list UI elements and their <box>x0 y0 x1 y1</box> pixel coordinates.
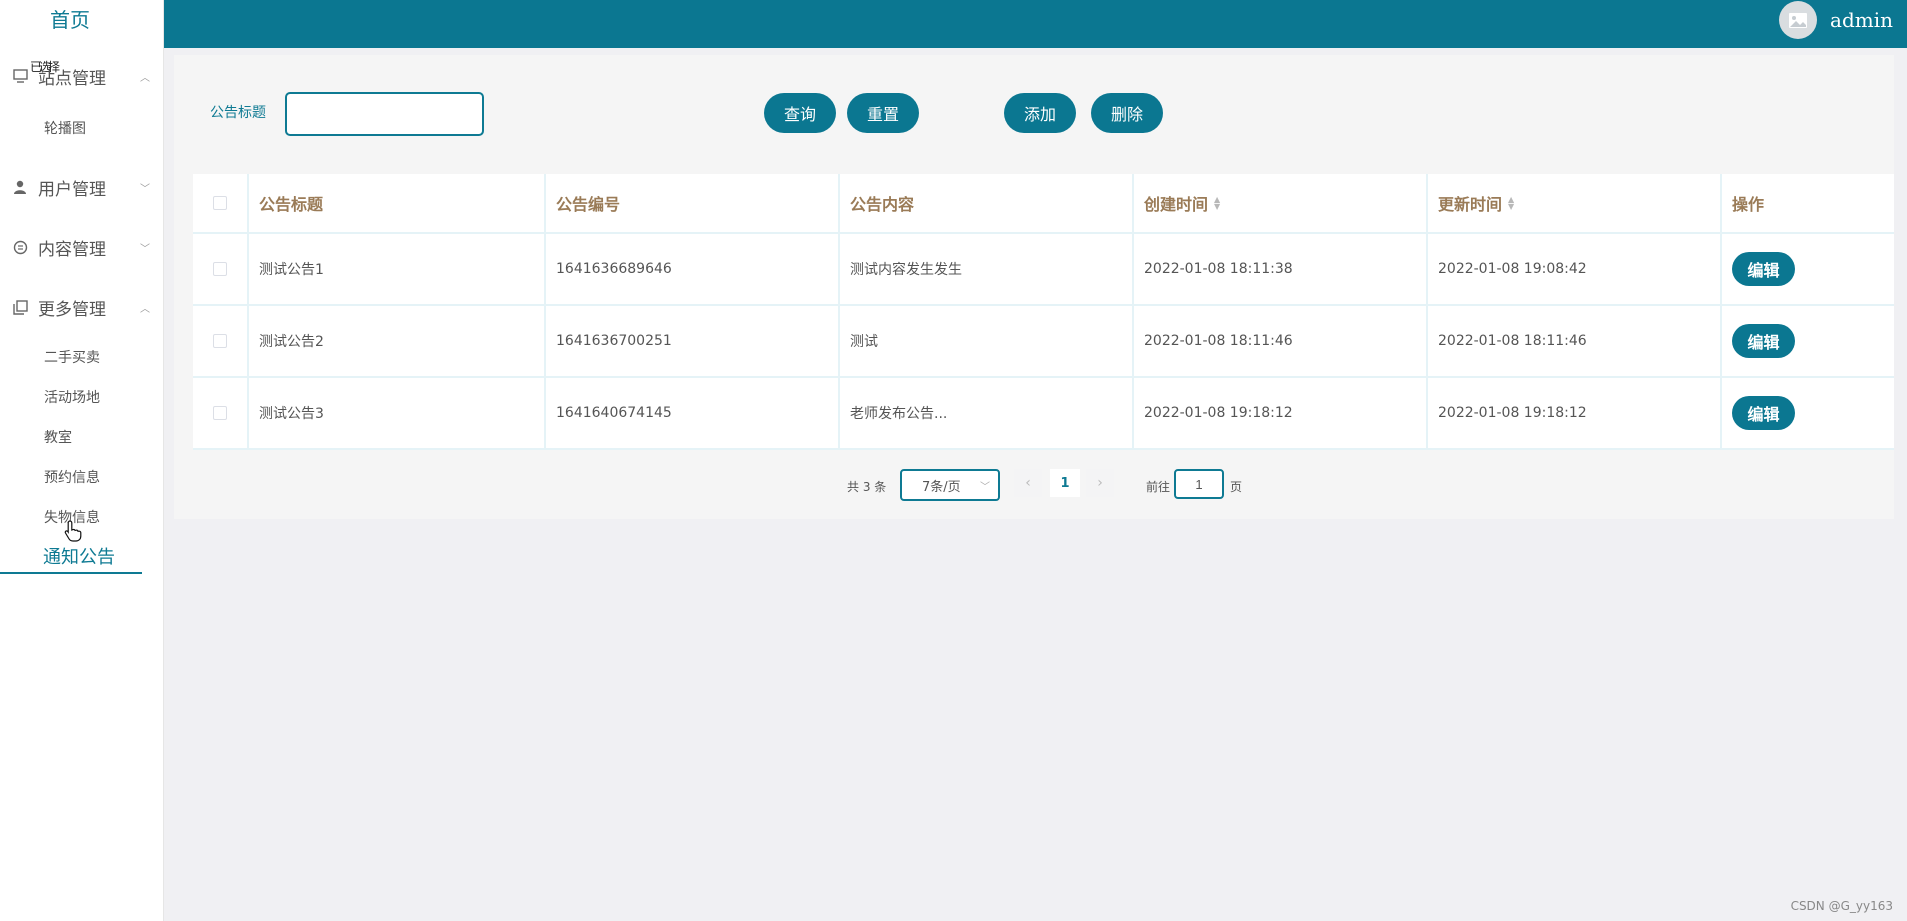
cell-created: 2022-01-08 18:11:38 <box>1134 234 1428 304</box>
copy-icon <box>12 299 28 315</box>
chevron-up-icon: ︿ <box>140 303 150 315</box>
next-page-button[interactable]: › <box>1086 469 1114 497</box>
row-checkbox[interactable] <box>213 334 227 348</box>
row-checkbox[interactable] <box>213 262 227 276</box>
table-row: 测试公告3 1641640674145 老师发布公告... 2022-01-08… <box>193 378 1894 450</box>
column-header: 公告编号 <box>546 174 840 232</box>
column-header: 公告内容 <box>840 174 1134 232</box>
watermark: CSDN @G_yy163 <box>1790 899 1893 913</box>
row-checkbox[interactable] <box>213 406 227 420</box>
user-icon <box>12 179 28 195</box>
top-bar: admin <box>164 0 1907 48</box>
column-header-created[interactable]: 创建时间 ▲ ▼ <box>1134 174 1428 232</box>
cell-title: 测试公告2 <box>249 306 546 376</box>
edit-button[interactable]: 编辑 <box>1732 324 1795 358</box>
sidebar-group-content[interactable]: 内容管理 ﹀ <box>12 235 152 260</box>
monitor-icon <box>12 68 28 84</box>
sidebar-group-label: 更多管理 <box>38 299 106 320</box>
chevron-down-icon: ﹀ <box>140 183 150 195</box>
sidebar-group-label: 内容管理 <box>38 239 106 260</box>
sidebar-group-label: 站点管理 <box>38 68 106 89</box>
search-input[interactable] <box>285 92 484 136</box>
main-panel: 公告标题 查询 重置 添加 删除 公告标题 公告编号 公告内容 创建时间 ▲ ▼ 更… <box>174 55 1894 519</box>
column-header-label: 创建时间 <box>1144 195 1209 214</box>
column-header-label: 更新时间 <box>1438 195 1503 214</box>
goto-page-input[interactable] <box>1174 469 1224 499</box>
sort-icon[interactable]: ▲ ▼ <box>1214 196 1220 211</box>
sidebar-group-site[interactable]: 站点管理 ︿ <box>12 64 152 89</box>
sidebar-group-users[interactable]: 用户管理 ﹀ <box>12 175 152 200</box>
row-select-cell <box>193 306 249 376</box>
column-header-updated[interactable]: 更新时间 ▲ ▼ <box>1428 174 1722 232</box>
sort-icon[interactable]: ▲ ▼ <box>1508 196 1514 211</box>
chevron-down-icon: ﹀ <box>980 482 990 493</box>
delete-button[interactable]: 删除 <box>1091 93 1163 133</box>
cell-updated: 2022-01-08 19:18:12 <box>1428 378 1722 448</box>
cell-updated: 2022-01-08 18:11:46 <box>1428 306 1722 376</box>
image-icon <box>1789 12 1807 28</box>
cell-updated: 2022-01-08 19:08:42 <box>1428 234 1722 304</box>
prev-page-button[interactable]: ‹ <box>1014 469 1042 497</box>
goto-prefix: 前往 <box>1146 480 1171 494</box>
add-button[interactable]: 添加 <box>1004 93 1076 133</box>
select-all-checkbox[interactable] <box>213 196 227 210</box>
goto-suffix: 页 <box>1230 480 1243 494</box>
chat-icon <box>12 239 28 255</box>
row-select-cell <box>193 378 249 448</box>
cell-content: 测试内容发生发生 <box>840 234 1134 304</box>
cell-created: 2022-01-08 18:11:46 <box>1134 306 1428 376</box>
sidebar-home-link[interactable]: 首页 <box>0 4 140 33</box>
cell-code: 1641636689646 <box>546 234 840 304</box>
chevron-right-icon: › <box>1097 475 1103 491</box>
current-page[interactable]: 1 <box>1050 469 1080 497</box>
table-row: 测试公告1 1641636689646 测试内容发生发生 2022-01-08 … <box>193 234 1894 306</box>
table-header-row: 公告标题 公告编号 公告内容 创建时间 ▲ ▼ 更新时间 ▲ ▼ 操作 <box>193 174 1894 234</box>
search-label: 公告标题 <box>210 105 266 121</box>
sidebar-item-notice[interactable]: 通知公告 <box>0 544 142 574</box>
page-size-select[interactable]: 7条/页 ﹀ <box>900 469 1000 501</box>
cell-actions: 编辑 <box>1722 378 1894 448</box>
chevron-up-icon: ︿ <box>140 72 150 84</box>
cell-created: 2022-01-08 19:18:12 <box>1134 378 1428 448</box>
hand-cursor-icon <box>64 520 82 546</box>
cell-content: 老师发布公告... <box>840 378 1134 448</box>
pagination: 共 3 条 7条/页 ﹀ ‹ 1 › 前往 页 <box>174 469 1894 503</box>
cell-actions: 编辑 <box>1722 234 1894 304</box>
notice-table: 公告标题 公告编号 公告内容 创建时间 ▲ ▼ 更新时间 ▲ ▼ 操作 测试公告1 16… <box>193 174 1894 450</box>
cell-title: 测试公告3 <box>249 378 546 448</box>
table-row: 测试公告2 1641636700251 测试 2022-01-08 18:11:… <box>193 306 1894 378</box>
chevron-down-icon: ﹀ <box>140 243 150 255</box>
query-button[interactable]: 查询 <box>764 93 836 133</box>
cell-code: 1641636700251 <box>546 306 840 376</box>
username[interactable]: admin <box>1830 8 1893 32</box>
sidebar-item-venue[interactable]: 活动场地 <box>44 387 100 407</box>
cell-title: 测试公告1 <box>249 234 546 304</box>
sidebar-group-more[interactable]: 更多管理 ︿ <box>12 295 152 320</box>
edit-button[interactable]: 编辑 <box>1732 396 1795 430</box>
sidebar-item-booking[interactable]: 预约信息 <box>44 467 100 487</box>
select-all-cell <box>193 174 249 232</box>
sidebar: 首页 已选择 站点管理 ︿ 轮播图 用户管理 ﹀ 内容管理 ﹀ 更多管理 ︿ 二… <box>0 0 164 921</box>
reset-button[interactable]: 重置 <box>847 93 919 133</box>
sidebar-group-label: 用户管理 <box>38 179 106 200</box>
cell-content: 测试 <box>840 306 1134 376</box>
cell-code: 1641640674145 <box>546 378 840 448</box>
chevron-left-icon: ‹ <box>1025 475 1031 491</box>
pagination-total: 共 3 条 <box>847 480 887 494</box>
column-header: 操作 <box>1732 195 1765 214</box>
page-size-value: 7条/页 <box>922 479 961 495</box>
row-select-cell <box>193 234 249 304</box>
edit-button[interactable]: 编辑 <box>1732 252 1795 286</box>
sidebar-item-secondhand[interactable]: 二手买卖 <box>44 347 100 367</box>
column-header: 公告标题 <box>249 174 546 232</box>
sidebar-item-carousel[interactable]: 轮播图 <box>44 118 86 138</box>
avatar[interactable] <box>1779 1 1817 39</box>
cell-actions: 编辑 <box>1722 306 1894 376</box>
sidebar-item-classroom[interactable]: 教室 <box>44 427 72 447</box>
